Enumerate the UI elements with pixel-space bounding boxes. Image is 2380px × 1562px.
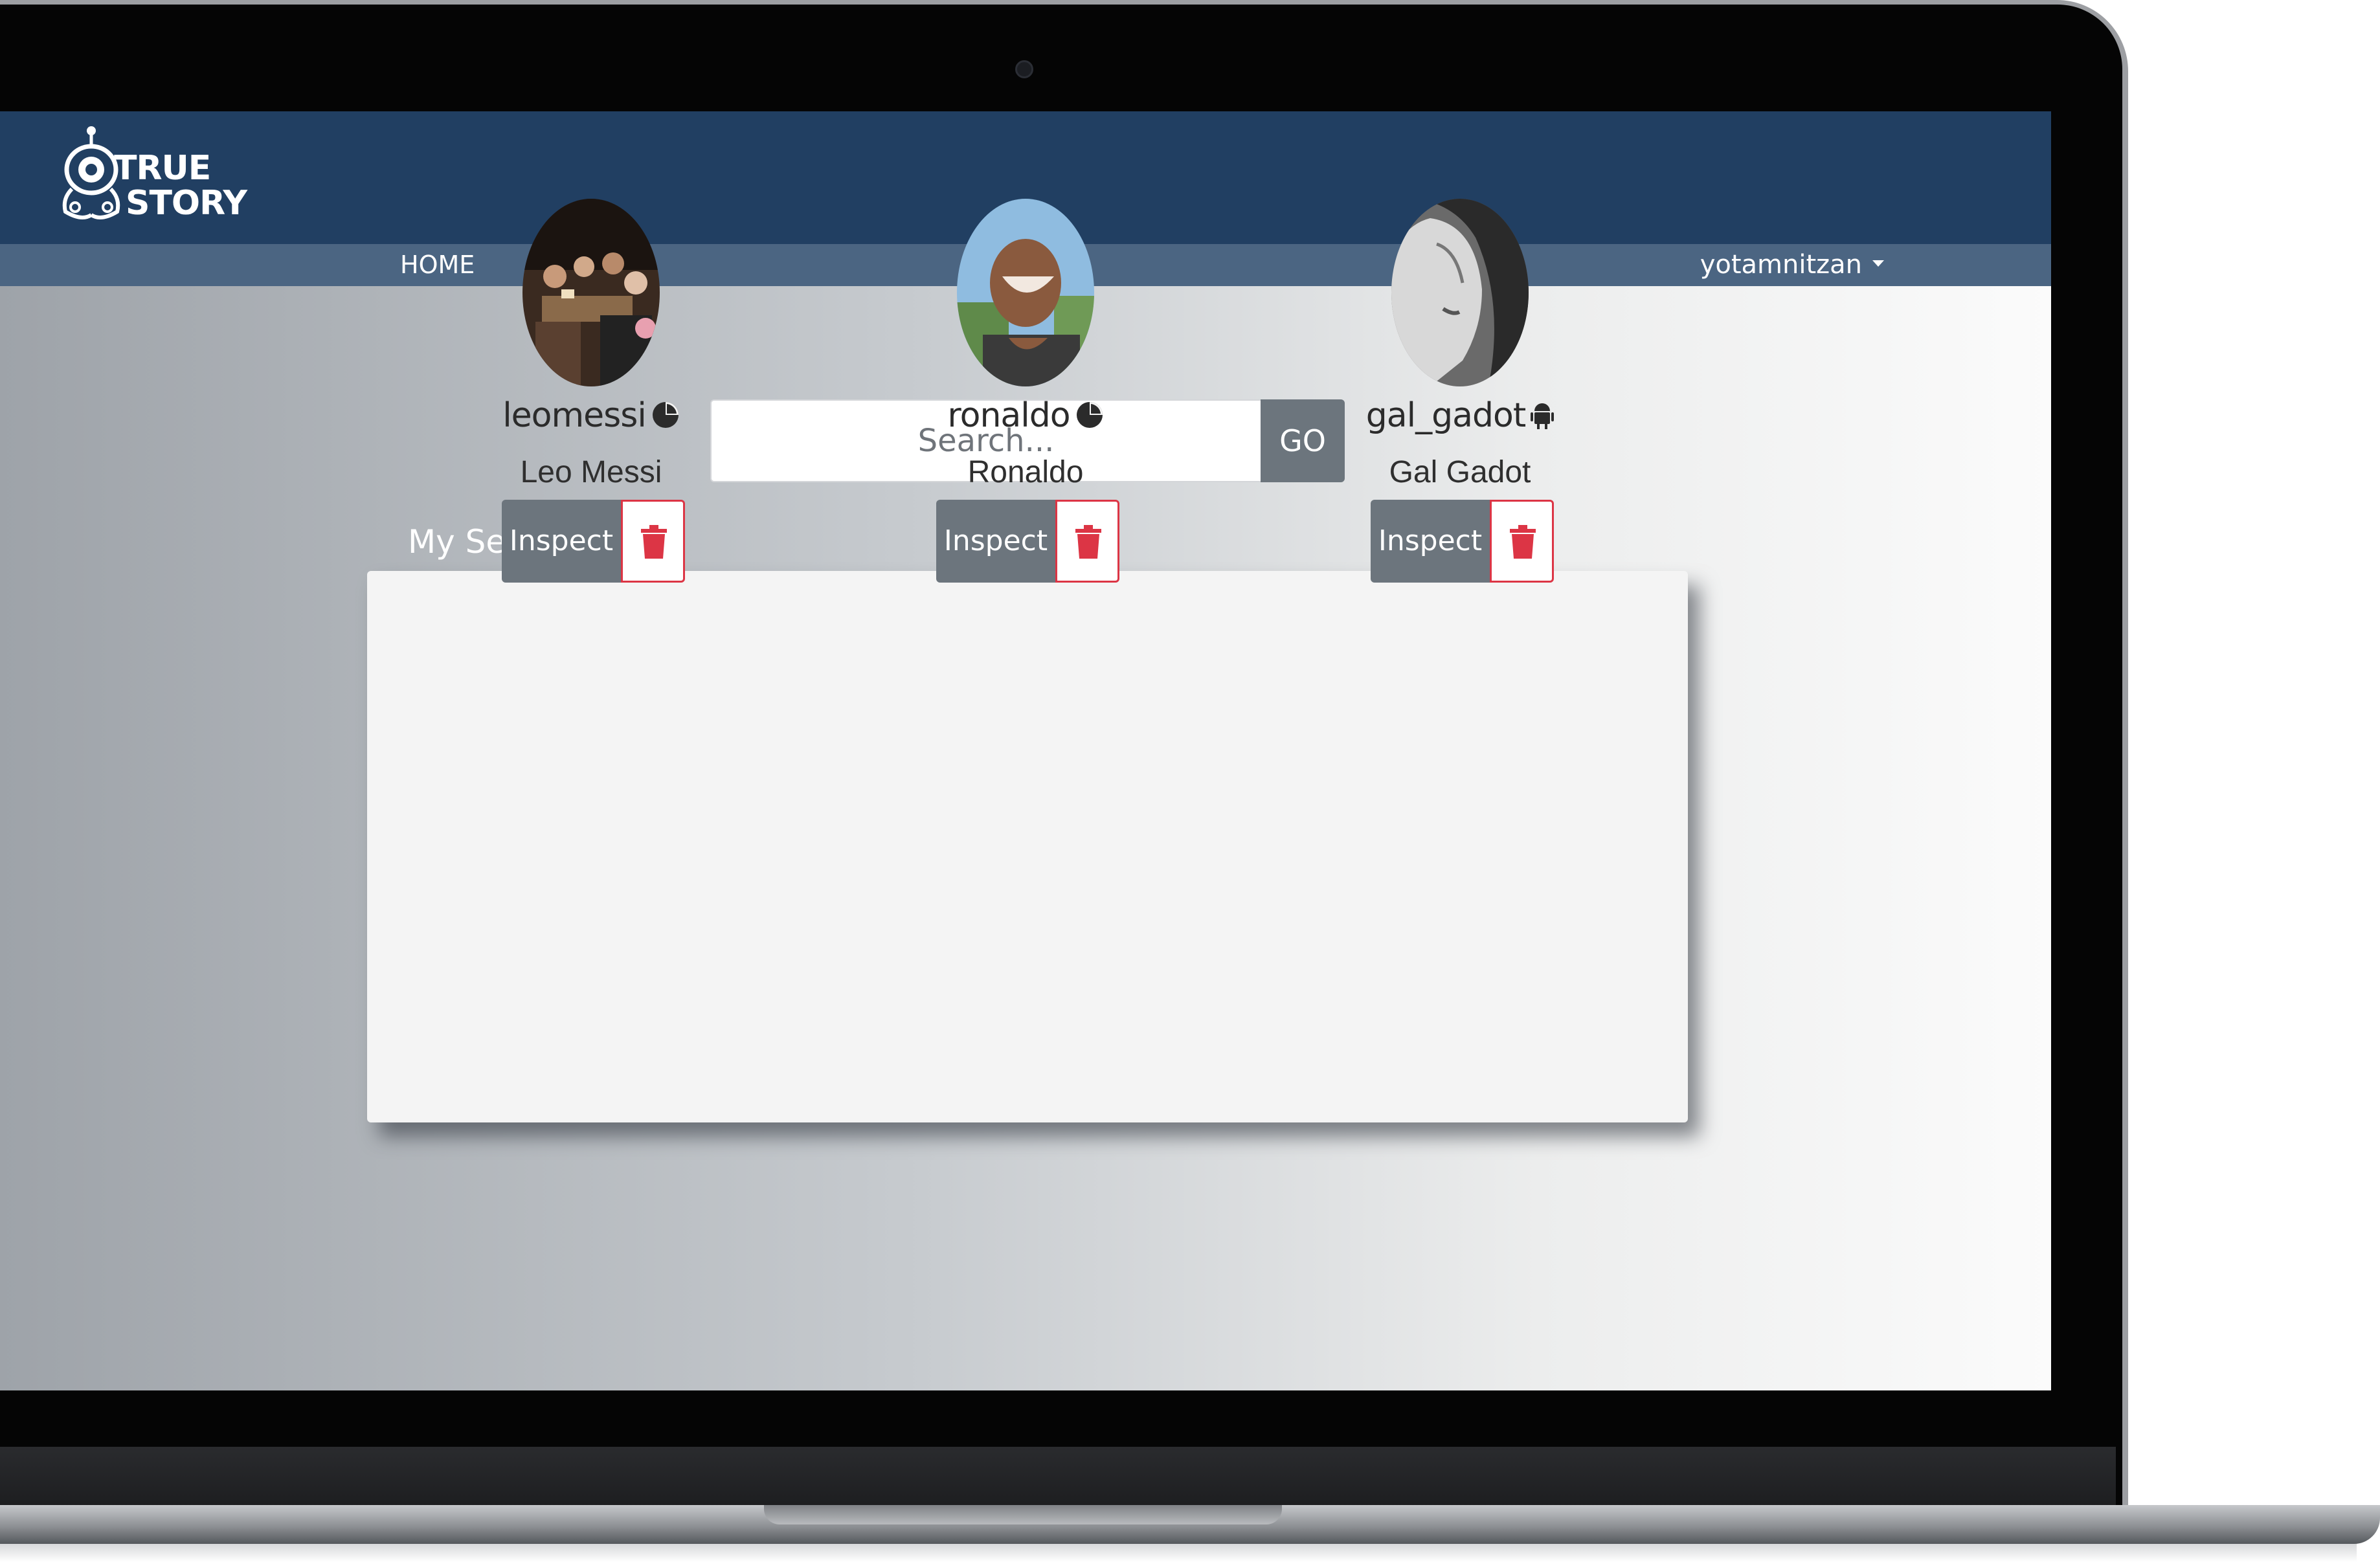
- trash-icon: [641, 525, 667, 559]
- logo-text-line2: STORY: [126, 184, 247, 223]
- laptop-chin: [0, 1447, 2116, 1512]
- username-text: ronaldo: [947, 396, 1070, 435]
- trash-icon: [1075, 525, 1101, 559]
- profile-card: ronaldo Ronaldo Inspect: [896, 111, 1155, 663]
- username-label: gal_gadot: [1330, 396, 1589, 435]
- trash-icon: [1510, 525, 1536, 559]
- profile-card: leomessi Leo Messi Inspect: [462, 111, 721, 663]
- username-label: leomessi: [462, 396, 721, 435]
- laptop-shadow: [0, 1544, 2357, 1562]
- delete-button[interactable]: [1490, 500, 1554, 583]
- pie-chart-icon: [652, 402, 679, 428]
- inspect-button[interactable]: Inspect: [1371, 500, 1490, 583]
- username-text: leomessi: [502, 396, 647, 435]
- delete-button[interactable]: [1055, 500, 1119, 583]
- user-menu-dropdown[interactable]: yotamnitzan: [1700, 244, 1884, 286]
- webcam: [1015, 60, 1033, 78]
- browser-viewport: TRUE STORY HOME yotamnitzan GO My Search…: [0, 111, 2051, 1390]
- inspect-button[interactable]: Inspect: [502, 500, 621, 583]
- profile-actions: Inspect: [936, 500, 1119, 583]
- user-menu-label: yotamnitzan: [1700, 250, 1862, 280]
- laptop-notch: [764, 1505, 1282, 1524]
- profile-actions: Inspect: [502, 500, 685, 583]
- full-name: Ronaldo: [967, 455, 1084, 489]
- logo-text-line1: TRUE: [114, 149, 211, 188]
- avatar: [522, 199, 660, 386]
- delete-button[interactable]: [621, 500, 685, 583]
- avatar: [957, 199, 1094, 386]
- full-name: Leo Messi: [520, 455, 662, 489]
- profile-card: gal_gadot Gal Gadot Inspect: [1330, 111, 1589, 663]
- pie-chart-icon: [1076, 402, 1103, 428]
- username-label: ronaldo: [896, 396, 1155, 435]
- inspect-button[interactable]: Inspect: [936, 500, 1055, 583]
- profile-actions: Inspect: [1371, 500, 1554, 583]
- username-text: gal_gadot: [1365, 396, 1526, 435]
- brand-logo[interactable]: TRUE STORY: [56, 124, 247, 228]
- caret-down-icon: [1872, 260, 1884, 267]
- android-icon: [1531, 403, 1555, 429]
- full-name: Gal Gadot: [1389, 455, 1531, 489]
- avatar: [1391, 199, 1529, 386]
